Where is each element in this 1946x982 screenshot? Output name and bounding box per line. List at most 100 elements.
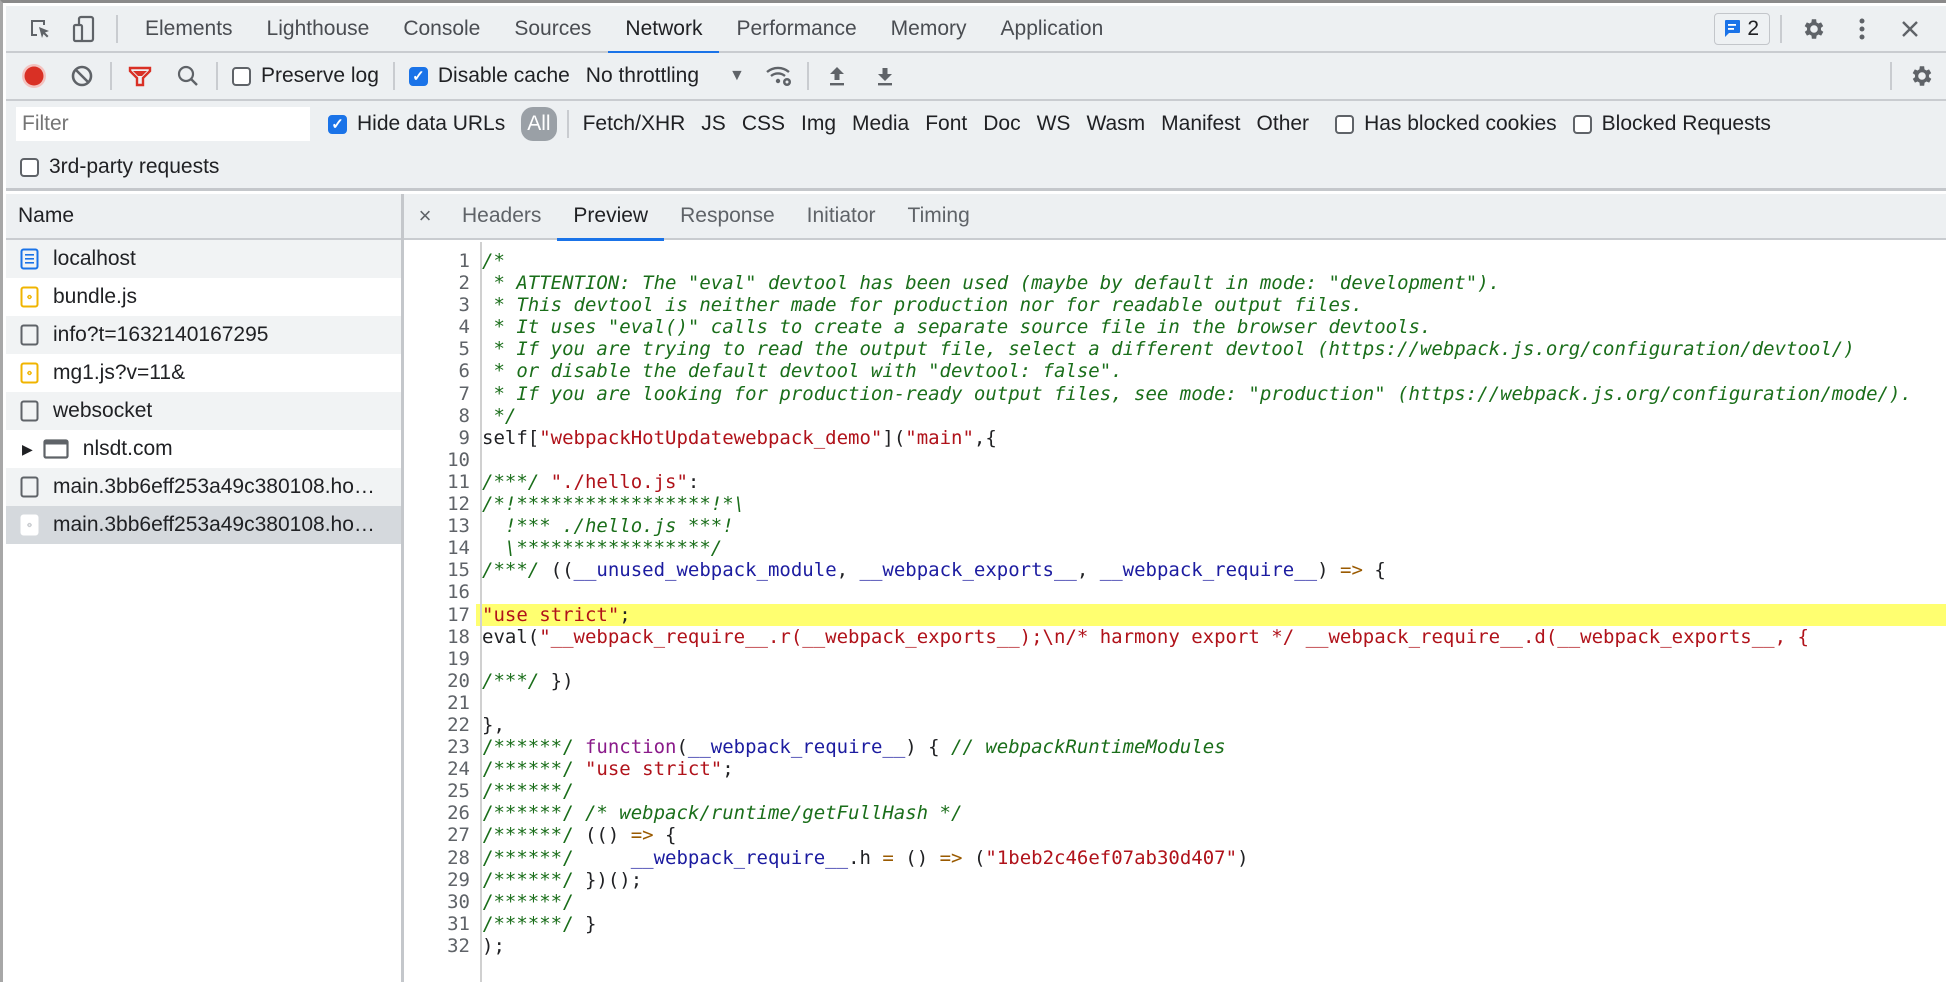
type-filter-js[interactable]: JS	[693, 109, 734, 139]
throttling-select[interactable]: No throttling ▼	[576, 64, 755, 88]
inspect-element-icon	[31, 19, 49, 38]
tab-memory[interactable]: Memory	[874, 5, 984, 52]
expand-arrow-icon[interactable]: ▶	[22, 441, 33, 458]
blocked-requests-box[interactable]	[1572, 114, 1592, 134]
request-row[interactable]: main.3bb6eff253a49c380108.ho…	[6, 468, 401, 506]
code-token: /*	[482, 250, 505, 272]
line-text: !*** ./hello.js ***!	[476, 515, 734, 537]
export-har-button[interactable]	[861, 52, 909, 100]
type-filter-manifest[interactable]: Manifest	[1153, 109, 1248, 139]
disable-cache-box[interactable]: ✓	[408, 66, 428, 86]
preserve-log-box[interactable]	[232, 66, 251, 86]
code-token: \*****************/	[482, 537, 723, 560]
generic-file-icon-wrapper	[20, 324, 39, 346]
tab-console[interactable]: Console	[386, 5, 497, 52]
code-line: 28/******/ __webpack_require__.h = () =>…	[404, 846, 1946, 869]
tab-label: Elements	[145, 16, 233, 40]
tab-elements[interactable]: Elements	[128, 5, 250, 52]
code-token: {	[653, 824, 677, 847]
line-number: 25	[404, 780, 476, 803]
network-conditions-button[interactable]	[755, 52, 803, 100]
close-details-button[interactable]: ×	[404, 203, 446, 229]
close-devtools-button[interactable]	[1888, 7, 1932, 51]
request-row[interactable]: localhost	[6, 240, 401, 278]
code-token: __webpack_require__	[687, 736, 906, 759]
tab-application[interactable]: Application	[984, 5, 1121, 52]
preserve-log-checkbox[interactable]: Preserve log	[226, 64, 385, 88]
type-filter-media[interactable]: Media	[844, 109, 917, 139]
tab-sources[interactable]: Sources	[497, 5, 608, 52]
network-settings-button[interactable]	[1898, 52, 1946, 100]
request-row[interactable]: info?t=1632140167295	[6, 316, 401, 354]
clear-button[interactable]	[58, 52, 106, 100]
tab-network[interactable]: Network	[608, 5, 720, 54]
tab-performance[interactable]: Performance	[719, 5, 873, 52]
hide-data-urls-box[interactable]: ✓	[328, 114, 347, 134]
network-toolbar: Preserve log ✓ Disable cache No throttli…	[6, 53, 1946, 101]
request-row[interactable]: ▶ nlsdt.com	[6, 430, 401, 468]
third-party-requests-checkbox[interactable]: 3rd-party requests	[20, 155, 219, 179]
type-filter-wasm[interactable]: Wasm	[1078, 109, 1153, 139]
request-row[interactable]: mg1.js?v=11&	[6, 354, 401, 392]
request-name: main.3bb6eff253a49c380108.ho…	[53, 475, 375, 498]
type-filter-other[interactable]: Other	[1249, 109, 1318, 139]
line-text: /*!*****************!*\	[476, 493, 745, 515]
toolbar-divider	[116, 14, 118, 43]
device-toolbar-button[interactable]	[62, 7, 106, 51]
blocked-requests-checkbox[interactable]: Blocked Requests	[1567, 112, 1777, 136]
request-row[interactable]: main.3bb6eff253a49c380108.ho…	[6, 506, 401, 544]
third-party-requests-box[interactable]	[20, 157, 39, 177]
line-number: 3	[404, 294, 476, 317]
has-blocked-cookies-checkbox[interactable]: Has blocked cookies	[1329, 112, 1563, 136]
gear-icon	[1912, 66, 1932, 86]
line-text: * If you are trying to read the output f…	[476, 338, 1854, 360]
code-token: =>	[1340, 559, 1363, 582]
tab-lighthouse[interactable]: Lighthouse	[250, 5, 387, 52]
code-line: 3 * This devtool is neither made for pro…	[404, 294, 1946, 317]
line-number: 29	[404, 868, 476, 891]
details-tab-preview[interactable]: Preview	[557, 193, 664, 241]
details-tab-response[interactable]: Response	[664, 193, 791, 239]
import-har-button[interactable]	[813, 52, 861, 100]
request-row[interactable]: websocket	[6, 392, 401, 430]
filter-bar: ✓ Hide data URLs All Fetch/XHRJSCSSImgMed…	[6, 101, 1946, 191]
type-filter-doc[interactable]: Doc	[975, 109, 1028, 139]
type-filter-fetch-xhr[interactable]: Fetch/XHR	[575, 109, 694, 139]
issues-counter-button[interactable]: 2	[1714, 12, 1770, 45]
filter-divider	[566, 110, 569, 138]
filter-input[interactable]	[16, 107, 310, 141]
code-line: 6 * or disable the default devtool with …	[404, 360, 1946, 383]
type-filter-ws[interactable]: WS	[1029, 109, 1079, 139]
details-tab-initiator[interactable]: Initiator	[791, 193, 892, 239]
code-token: )	[1317, 559, 1340, 582]
record-button[interactable]	[10, 52, 58, 100]
tab-label: Console	[403, 16, 481, 40]
preview-code-viewer[interactable]: 1/* 2 * ATTENTION: The "eval" devtool has…	[404, 242, 1946, 982]
line-number: 19	[404, 647, 476, 670]
type-filter-font[interactable]: Font	[917, 109, 975, 139]
type-filter-css[interactable]: CSS	[734, 109, 793, 139]
has-blocked-cookies-box[interactable]	[1335, 114, 1355, 134]
filter-toggle-button[interactable]	[116, 52, 164, 100]
kebab-menu-icon	[1859, 18, 1865, 39]
type-filter-all[interactable]: All	[521, 107, 557, 141]
code-token: "use strict"	[482, 603, 620, 626]
generic-file-icon	[20, 400, 39, 422]
details-tab-timing[interactable]: Timing	[892, 193, 986, 239]
disable-cache-checkbox[interactable]: ✓ Disable cache	[403, 64, 576, 88]
request-row[interactable]: bundle.js	[6, 278, 401, 316]
type-filter-img[interactable]: Img	[793, 109, 844, 139]
code-line: 20/***/ })	[404, 669, 1946, 692]
line-number: 2	[404, 272, 476, 295]
more-options-button[interactable]	[1840, 7, 1884, 51]
line-text: /******/ "use strict";	[476, 758, 734, 780]
settings-button[interactable]	[1792, 7, 1836, 51]
code-token: __webpack_exports__	[859, 559, 1077, 582]
name-column-header[interactable]: Name	[6, 194, 401, 240]
search-button[interactable]	[164, 52, 212, 100]
hide-data-urls-checkbox[interactable]: ✓ Hide data URLs	[322, 112, 511, 136]
details-tab-headers[interactable]: Headers	[446, 193, 557, 239]
line-number: 20	[404, 669, 476, 692]
inspect-element-button[interactable]	[18, 7, 62, 51]
